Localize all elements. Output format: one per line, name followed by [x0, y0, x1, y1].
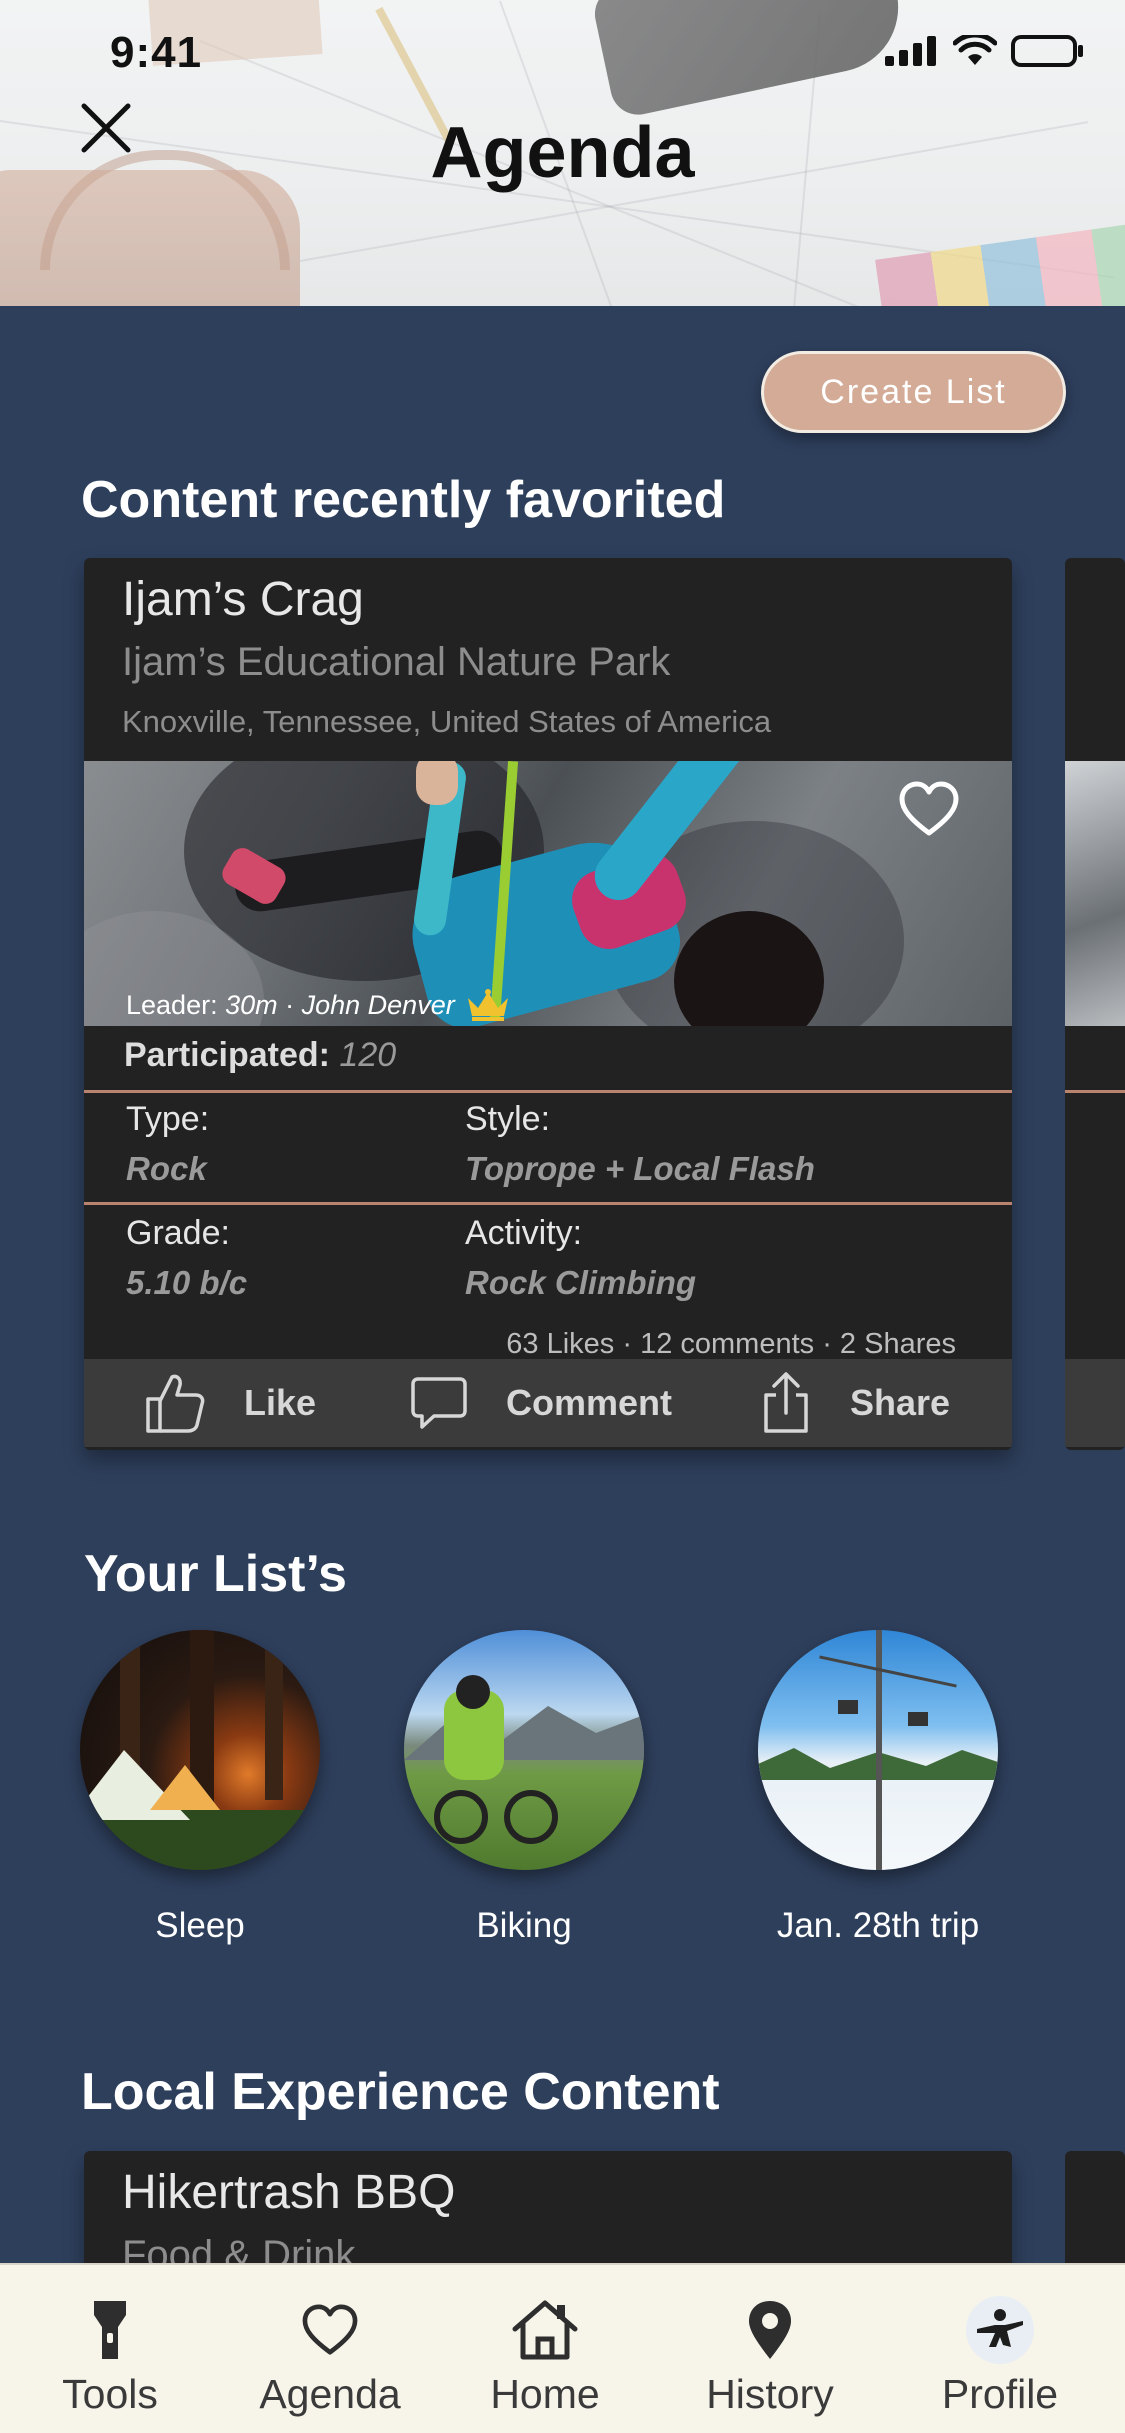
- card-subtitle: Ijam’s Educational Nature Park: [122, 640, 671, 684]
- participated-value: 120: [339, 1036, 397, 1074]
- participated-label: Participated:: [124, 1036, 330, 1074]
- favorites-section-title: Content recently favorited: [81, 471, 726, 529]
- wifi-icon: [953, 35, 997, 65]
- home-icon: [512, 2300, 578, 2360]
- local-section-title: Local Experience Content: [81, 2063, 720, 2121]
- type-label: Type:: [126, 1100, 210, 1138]
- status-time: 9:41: [110, 28, 203, 77]
- divider: [84, 1202, 1012, 1205]
- share-label: Share: [850, 1382, 951, 1423]
- climbing-photo: Leader: 30m · John Denver: [84, 761, 1012, 1026]
- activity-value: Rock Climbing: [465, 1264, 697, 1301]
- comment-button[interactable]: Comment: [410, 1359, 672, 1447]
- cellular-signal-icon: [885, 36, 936, 66]
- status-icons: [885, 34, 1085, 68]
- lists-section-title: Your List’s: [84, 1545, 347, 1603]
- tab-label: Profile: [941, 2371, 1059, 2417]
- page-title: Agenda: [430, 113, 695, 193]
- card-title: Hikertrash BBQ: [122, 2166, 456, 2219]
- tab-tools[interactable]: Tools: [40, 2265, 180, 2433]
- like-label: Like: [244, 1382, 317, 1423]
- grade-value: 5.10 b/c: [126, 1264, 248, 1301]
- list-item-jan-28th-trip[interactable]: Jan. 28th trip: [758, 1630, 998, 1946]
- list-thumbnail: [758, 1630, 998, 1870]
- header: 9:41 Agenda: [0, 0, 1125, 306]
- leader-separator: ·: [277, 989, 302, 1020]
- share-icon: [764, 1372, 808, 1433]
- participated-row: Participated: 120: [124, 1036, 396, 1075]
- comment-label: Comment: [506, 1382, 673, 1423]
- heart-icon: [302, 2304, 358, 2355]
- thumbs-up-icon: [146, 1374, 205, 1433]
- activity-label: Activity:: [465, 1214, 583, 1252]
- leader-prefix: Leader:: [126, 989, 226, 1020]
- tab-bar: Tools Agenda Home History Profile: [0, 2263, 1125, 2433]
- engagement-stats: 63 Likes · 12 comments · 2 Shares: [506, 1328, 956, 1360]
- leader-info: Leader: 30m · John Denver: [126, 988, 511, 1022]
- favorite-card[interactable]: Ijam’s Crag Ijam’s Educational Nature Pa…: [84, 558, 1012, 1450]
- share-button[interactable]: Share: [760, 1359, 950, 1447]
- create-list-button[interactable]: Create List: [761, 351, 1066, 433]
- list-item-sleep[interactable]: Sleep: [80, 1630, 320, 1946]
- favorite-card-next[interactable]: [1065, 558, 1125, 1450]
- card-title: Ijam’s Crag: [122, 573, 364, 626]
- tab-label: Home: [490, 2371, 600, 2417]
- map-pin-icon: [749, 2301, 791, 2359]
- style-label: Style:: [465, 1100, 551, 1138]
- divider: [84, 1090, 1012, 1093]
- flashlight-icon: [94, 2301, 126, 2359]
- list-label: Sleep: [155, 1906, 245, 1945]
- tab-home[interactable]: Home: [480, 2265, 610, 2433]
- comment-icon: [411, 1377, 467, 1429]
- leader-distance: 30m: [225, 989, 278, 1020]
- tab-agenda[interactable]: Agenda: [250, 2265, 410, 2433]
- tab-profile[interactable]: Profile: [930, 2265, 1070, 2433]
- list-label: Biking: [476, 1906, 572, 1945]
- like-button[interactable]: Like: [144, 1359, 316, 1447]
- leader-name: John Denver: [301, 989, 455, 1020]
- avatar-icon: [966, 2296, 1034, 2364]
- battery-icon: [1011, 35, 1083, 67]
- list-thumbnail: [404, 1630, 644, 1870]
- style-value: Toprope + Local Flash: [465, 1150, 815, 1187]
- list-thumbnail: [80, 1630, 320, 1870]
- list-item-biking[interactable]: Biking: [404, 1630, 644, 1946]
- tab-label: History: [706, 2371, 834, 2417]
- list-label: Jan. 28th trip: [776, 1906, 980, 1945]
- tab-label: Tools: [62, 2371, 158, 2417]
- card-location: Knoxville, Tennessee, United States of A…: [122, 704, 772, 739]
- favorite-heart-icon[interactable]: [898, 781, 960, 837]
- tab-label: Agenda: [259, 2371, 401, 2417]
- grade-label: Grade:: [126, 1214, 230, 1252]
- card-action-bar: Like Comment Share: [84, 1359, 1012, 1447]
- crown-icon: [467, 989, 508, 1021]
- type-value: Rock: [126, 1150, 207, 1187]
- tab-history[interactable]: History: [690, 2265, 850, 2433]
